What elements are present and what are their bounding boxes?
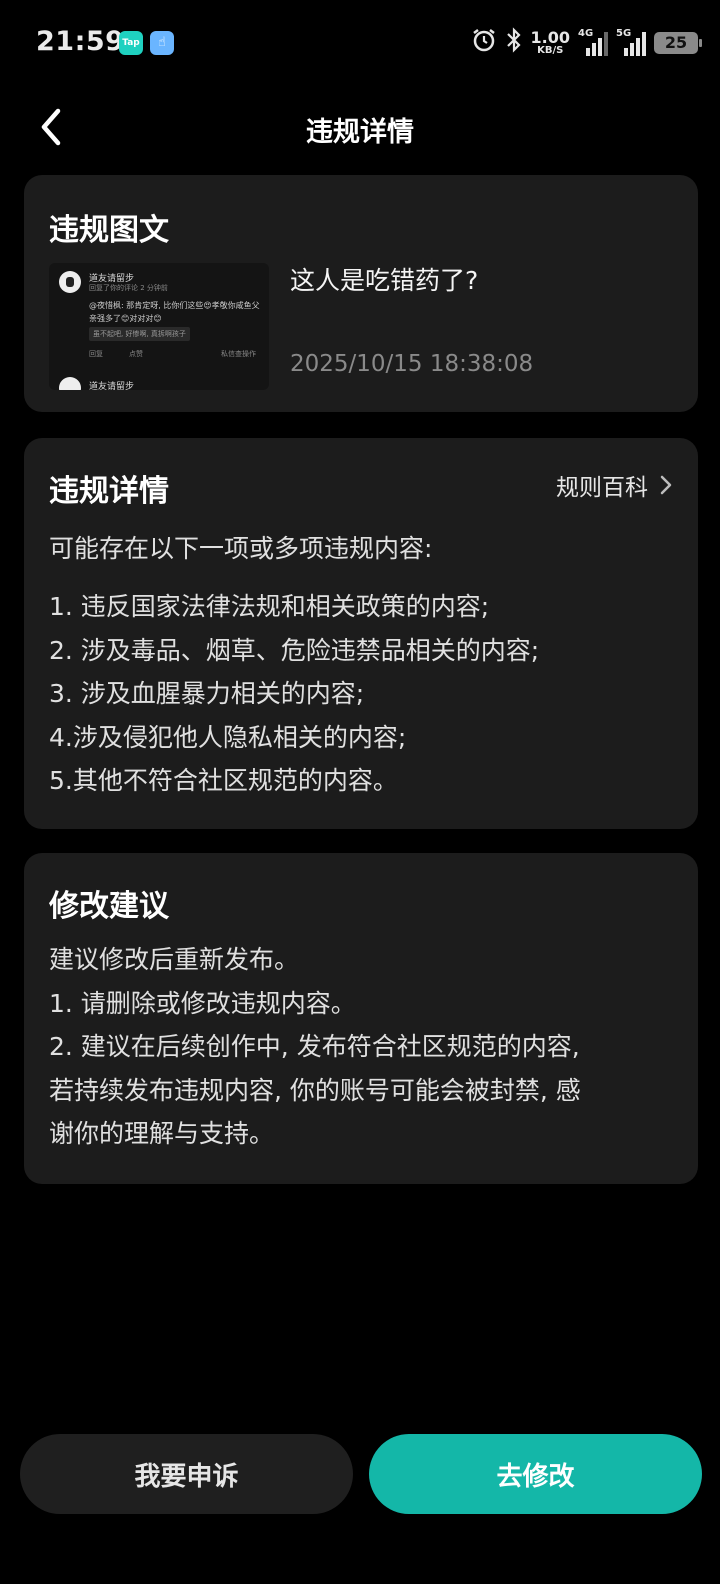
page-title: 违规详情 xyxy=(306,117,414,148)
edit-button[interactable]: 去修改 xyxy=(369,1434,702,1514)
battery-icon: 25 xyxy=(654,32,702,54)
thumbnail-reply: 回复 xyxy=(89,350,103,358)
avatar xyxy=(59,377,81,390)
network-speed-unit: KB/S xyxy=(537,45,564,56)
signal-5g-icon: 5G xyxy=(616,28,646,56)
violation-post-card: 违规图文 道友请留步 回复了你的评论 2 分钟前 @夜惜枫: 那肯定呀, 比你们… xyxy=(24,175,698,412)
network-speed-value: 1.00 xyxy=(530,28,570,47)
suggestions-text: 建议修改后重新发布。 1. 请删除或修改违规内容。 2. 建议在后续创作中, 发… xyxy=(49,938,679,1156)
post-thumbnail[interactable]: 道友请留步 回复了你的评论 2 分钟前 @夜惜枫: 那肯定呀, 比你们这些😍孝敬… xyxy=(49,263,269,390)
list-item: 1. 违反国家法律法规和相关政策的内容; xyxy=(49,592,490,621)
suggestion-line: 谢你的理解与支持。 xyxy=(49,1119,275,1148)
violation-details-title: 违规详情 xyxy=(49,474,169,509)
thumbnail-quote: 虽不起吧, 好惨啊, 真拆啊孩子 xyxy=(89,327,190,341)
suggestions-card: 修改建议 建议修改后重新发布。 1. 请删除或修改违规内容。 2. 建议在后续创… xyxy=(24,853,698,1184)
signal-4g-icon: 4G xyxy=(578,28,608,56)
appeal-button[interactable]: 我要申诉 xyxy=(20,1434,353,1514)
nav-header: 违规详情 xyxy=(0,96,720,160)
chevron-right-icon xyxy=(660,475,672,495)
network-speed: 1.00 KB/S xyxy=(531,30,570,56)
thumbnail-subtitle: 回复了你的评论 2 分钟前 xyxy=(89,284,168,292)
alarm-icon xyxy=(471,27,497,59)
bluetooth-icon xyxy=(505,27,523,59)
status-time: 21:59 xyxy=(36,26,125,57)
thumbnail-comment: @夜惜枫: 那肯定呀, 比你们这些😍孝敬你咸鱼父亲强多了😊对对对😊 xyxy=(89,301,260,323)
rule-wiki-link[interactable]: 规则百科 xyxy=(556,468,672,502)
suggestion-line: 若持续发布违规内容, 你的账号可能会被封禁, 感 xyxy=(49,1075,581,1105)
hand-app-icon: ☝ xyxy=(150,31,174,55)
list-item: 3. 涉及血腥暴力相关的内容; xyxy=(49,679,365,708)
thumbnail-like: 点赞 xyxy=(129,350,143,358)
status-bar: 21:59 Tap ☝ 1.00 KB/S 4G 5G 25 xyxy=(0,0,720,86)
list-item: 4.涉及侵犯他人隐私相关的内容; xyxy=(49,722,407,752)
violation-list: 1. 违反国家法律法规和相关政策的内容; 2. 涉及毒品、烟草、危险违禁品相关的… xyxy=(49,585,679,803)
avatar xyxy=(59,271,81,293)
taptap-app-icon: Tap xyxy=(119,31,143,55)
thumbnail-private: 私信查操作 xyxy=(221,350,256,358)
rule-wiki-label: 规则百科 xyxy=(556,475,648,501)
list-item: 2. 涉及毒品、烟草、危险违禁品相关的内容; xyxy=(49,635,540,665)
suggestions-title: 修改建议 xyxy=(49,889,169,924)
suggestion-line: 1. 请删除或修改违规内容。 xyxy=(49,988,356,1018)
violation-details-card: 违规详情 规则百科 可能存在以下一项或多项违规内容: 1. 违反国家法律法规和相… xyxy=(24,438,698,829)
post-timestamp: 2025/10/15 18:38:08 xyxy=(290,351,534,377)
thumbnail-next-author: 道友请留步 xyxy=(89,382,135,390)
violation-post-title: 违规图文 xyxy=(49,213,169,248)
violation-intro: 可能存在以下一项或多项违规内容: xyxy=(49,534,433,563)
suggestion-line: 2. 建议在后续创作中, 发布符合社区规范的内容, xyxy=(49,1032,580,1061)
signal-4g-label: 4G xyxy=(578,28,594,39)
signal-5g-label: 5G xyxy=(616,28,632,39)
status-icons: 1.00 KB/S 4G 5G 25 xyxy=(471,26,702,60)
list-item: 5.其他不符合社区规范的内容。 xyxy=(49,766,398,795)
post-text: 这人是吃错药了? xyxy=(290,266,479,295)
suggestion-line: 建议修改后重新发布。 xyxy=(49,945,300,974)
